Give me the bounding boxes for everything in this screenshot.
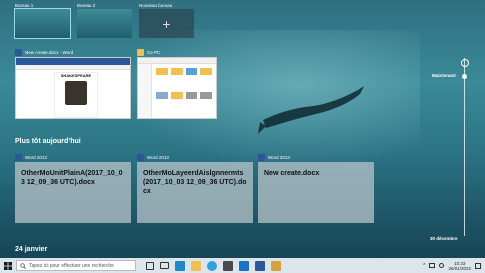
system-tray: ^ 10:33 26/01/2022	[423, 261, 485, 271]
activity-3-app: Word 2013	[268, 155, 290, 160]
desktop-1-thumbnail[interactable]	[14, 8, 71, 39]
cortana-icon[interactable]	[146, 261, 154, 270]
window-explorer[interactable]: Ce PC	[137, 47, 217, 119]
word-ribbon	[16, 58, 130, 65]
activity-card-3[interactable]: Word 2013 New create.docx	[258, 153, 374, 223]
activity-3-title[interactable]: New create.docx	[258, 162, 374, 223]
new-desktop-button[interactable]: +	[139, 9, 194, 38]
search-placeholder: Tapez ici pour effectuer une recherche	[29, 262, 114, 269]
timeline-scrollbar[interactable]	[464, 58, 465, 236]
window-explorer-thumbnail[interactable]	[137, 57, 217, 119]
search-icon	[20, 262, 26, 269]
timeline-heading-today: Plus tôt aujourd’hui	[15, 138, 81, 145]
timeline-scroll-handle[interactable]	[461, 59, 469, 67]
photos-icon[interactable]	[271, 260, 281, 271]
notification-icon[interactable]	[475, 262, 481, 269]
word-icon	[15, 154, 22, 161]
word-page-heading: SHAKESPEARE	[60, 73, 92, 78]
word-toolbar	[16, 65, 130, 70]
network-icon[interactable]	[429, 263, 436, 268]
word-icon	[258, 154, 265, 161]
new-desktop[interactable]: Nouveau bureau +	[139, 3, 194, 38]
activity-card-1[interactable]: Word 2013 OtherMoUnitPlainA(2017_10_03 1…	[15, 153, 131, 223]
diver-illustration	[258, 86, 364, 134]
word-page: SHAKESPEARE	[54, 72, 98, 118]
word-icon[interactable]	[255, 260, 265, 271]
window-word[interactable]: New create.docx - Word SHAKESPEARE	[15, 47, 131, 119]
window-word-title: New create.docx - Word	[25, 49, 74, 55]
portrait-image	[65, 81, 87, 105]
timeline-now-label: Maintenant	[432, 73, 456, 78]
chevron-up-icon[interactable]: ^	[423, 263, 425, 269]
activity-card-2[interactable]: Word 2013 OtherMoLayeerdAislgnnermts(201…	[137, 153, 253, 223]
weather-icon[interactable]	[175, 260, 185, 271]
desktop-2[interactable]: Bureau 2	[77, 3, 132, 38]
timeline-date-label: 30 décembre	[430, 236, 458, 241]
timeline-heading-date: 24 janvier	[15, 246, 48, 253]
word-icon	[137, 154, 144, 161]
clock-date: 26/01/2022	[448, 265, 471, 271]
activity-2-app: Word 2013	[147, 155, 169, 160]
task-view-icon[interactable]	[160, 262, 169, 269]
volume-icon[interactable]	[439, 263, 445, 268]
window-explorer-title: Ce PC	[147, 49, 161, 55]
mail-icon[interactable]	[239, 260, 249, 271]
explorer-items	[156, 68, 212, 112]
activity-2-title[interactable]: OtherMoLayeerdAislgnnermts(2017_10_03 12…	[137, 162, 253, 223]
virtual-desktops-bar: Bureau 1 Bureau 2 Nouveau bureau +	[14, 3, 194, 39]
store-icon[interactable]	[223, 260, 233, 271]
file-explorer-icon[interactable]	[191, 260, 201, 271]
explorer-nav-pane	[138, 64, 152, 118]
windows-logo-icon	[4, 261, 12, 270]
taskbar-search[interactable]: Tapez ici pour effectuer une recherche	[16, 260, 136, 271]
clock[interactable]: 10:33 26/01/2022	[448, 261, 471, 271]
file-explorer-icon	[137, 48, 144, 56]
word-icon	[15, 48, 22, 56]
start-button[interactable]	[0, 258, 16, 273]
edge-icon[interactable]	[207, 260, 217, 271]
desktop-2-thumbnail[interactable]	[77, 9, 132, 38]
activity-1-title[interactable]: OtherMoUnitPlainA(2017_10_03 12_09_36 UT…	[15, 162, 131, 223]
timeline-now-marker[interactable]	[462, 74, 467, 79]
taskbar: Tapez ici pour effectuer une recherche ^…	[0, 258, 485, 273]
window-word-thumbnail[interactable]: SHAKESPEARE	[15, 57, 131, 119]
desktop-1[interactable]: Bureau 1	[14, 3, 71, 39]
plus-icon: +	[162, 15, 171, 32]
activity-1-app: Word 2013	[25, 155, 47, 160]
